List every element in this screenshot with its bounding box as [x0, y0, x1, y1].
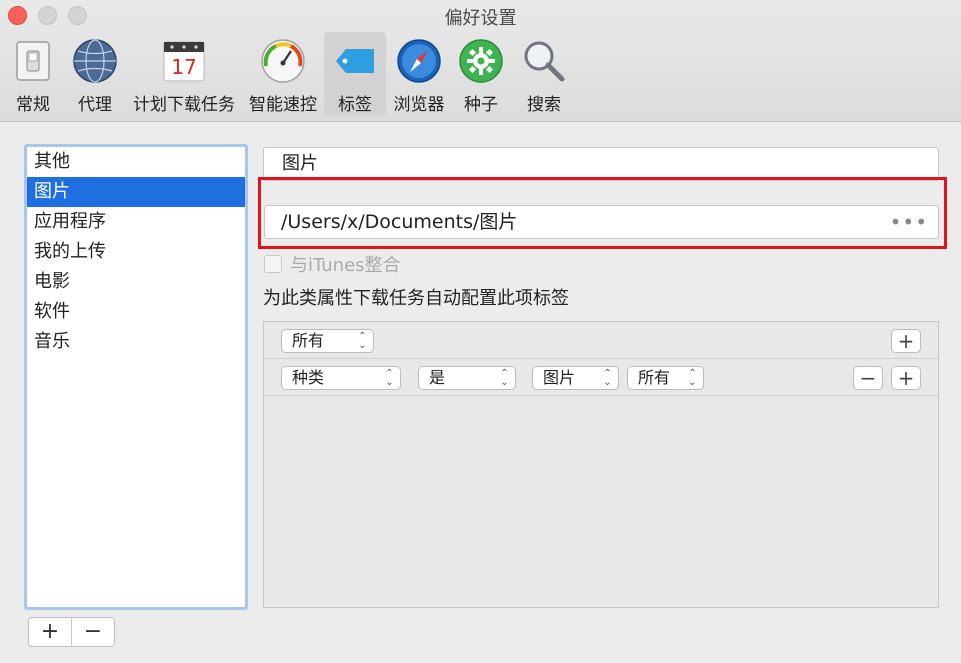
compass-icon	[397, 39, 441, 83]
remove-category-button[interactable]: −	[71, 618, 114, 646]
svg-text:17: 17	[171, 55, 196, 79]
rule-field-value: 种类	[292, 368, 325, 387]
tag-name-field[interactable]: 图片	[263, 147, 939, 181]
rule-operator-value: 是	[429, 368, 446, 387]
match-row: 所有 ⌃ ⌄ +	[264, 322, 938, 359]
calendar-icon: 17	[163, 41, 205, 82]
general-switch-icon	[16, 41, 50, 81]
toolbar-tags-label: 标签	[338, 95, 372, 115]
add-rule-button[interactable]: +	[891, 329, 921, 353]
toolbar-proxy[interactable]: 代理	[66, 32, 124, 116]
toolbar-speed[interactable]: 智能速控	[244, 32, 322, 116]
category-list[interactable]: 其他 图片 应用程序 我的上传 电影 软件 音乐	[24, 144, 248, 610]
toolbar-schedule[interactable]: 17 计划下载任务	[128, 32, 240, 116]
rule-editor: 所有 ⌃ ⌄ + 种类 ⌃ ⌄ 是 ⌃ ⌄ 图片 ⌃ ⌄ 所有 ⌃ ⌄ − +	[263, 321, 939, 608]
chevron-updown-icon: ⌃ ⌄	[500, 368, 509, 388]
category-item-other[interactable]: 其他	[27, 147, 245, 177]
toolbar-search[interactable]: 搜索	[514, 32, 574, 116]
rule-operator-popup[interactable]: 是 ⌃ ⌄	[418, 366, 516, 390]
globe-icon	[73, 39, 117, 83]
match-all-value: 所有	[292, 331, 325, 350]
speedometer-icon	[261, 39, 305, 83]
category-add-remove-control: + −	[28, 617, 115, 647]
rule-scope-value: 所有	[638, 368, 671, 387]
itunes-integration-row: 与iTunes整合	[264, 253, 401, 276]
add-category-button[interactable]: +	[29, 618, 71, 646]
rule-scope-popup[interactable]: 所有 ⌃ ⌄	[627, 366, 704, 390]
category-item-movies[interactable]: 电影	[27, 267, 245, 297]
chevron-updown-icon: ⌃ ⌄	[385, 368, 394, 388]
category-item-music[interactable]: 音乐	[27, 327, 245, 357]
toolbar-search-label: 搜索	[527, 95, 561, 115]
toolbar-browser-label: 浏览器	[393, 95, 445, 115]
category-item-pictures[interactable]: 图片	[27, 177, 245, 207]
itunes-integration-label: 与iTunes整合	[290, 255, 401, 276]
chevron-updown-icon: ⌃ ⌄	[358, 331, 367, 351]
rule-description: 为此类属性下载任务自动配置此项标签	[263, 288, 569, 309]
add-subrule-button[interactable]: +	[891, 366, 921, 390]
toolbar-tags[interactable]: 标签	[324, 32, 386, 116]
magnifier-icon	[524, 41, 565, 82]
match-all-popup[interactable]: 所有 ⌃ ⌄	[281, 329, 374, 353]
rule-row: 种类 ⌃ ⌄ 是 ⌃ ⌄ 图片 ⌃ ⌄ 所有 ⌃ ⌄ − +	[264, 359, 938, 396]
toolbar-speed-label: 智能速控	[249, 95, 317, 115]
category-item-apps[interactable]: 应用程序	[27, 207, 245, 237]
toolbar-general[interactable]: 常规	[4, 32, 62, 116]
toolbar-seed[interactable]: 种子	[452, 32, 510, 116]
category-item-software[interactable]: 软件	[27, 297, 245, 327]
chevron-updown-icon: ⌃ ⌄	[603, 368, 612, 388]
window-toolbar: 偏好设置 常规 代理 17 计划下载任务 智能速控 标签 浏览器 种子 搜索	[0, 0, 961, 122]
annotation-highlight-box	[258, 177, 947, 249]
toolbar-schedule-label: 计划下载任务	[133, 95, 235, 115]
toolbar-proxy-label: 代理	[78, 95, 112, 115]
rule-field-popup[interactable]: 种类 ⌃ ⌄	[281, 366, 401, 390]
toolbar-general-label: 常规	[16, 95, 50, 115]
rule-value-popup[interactable]: 图片 ⌃ ⌄	[532, 366, 619, 390]
category-item-my-uploads[interactable]: 我的上传	[27, 237, 245, 267]
remove-rule-button[interactable]: −	[853, 366, 883, 390]
gear-seed-icon	[459, 39, 503, 83]
chevron-updown-icon: ⌃ ⌄	[688, 368, 697, 388]
rule-value-value: 图片	[543, 368, 576, 387]
toolbar-seed-label: 种子	[464, 95, 498, 115]
toolbar-browser[interactable]: 浏览器	[388, 32, 450, 116]
window-title: 偏好设置	[444, 8, 517, 29]
itunes-integration-checkbox[interactable]	[264, 255, 282, 273]
tag-icon	[336, 49, 374, 73]
